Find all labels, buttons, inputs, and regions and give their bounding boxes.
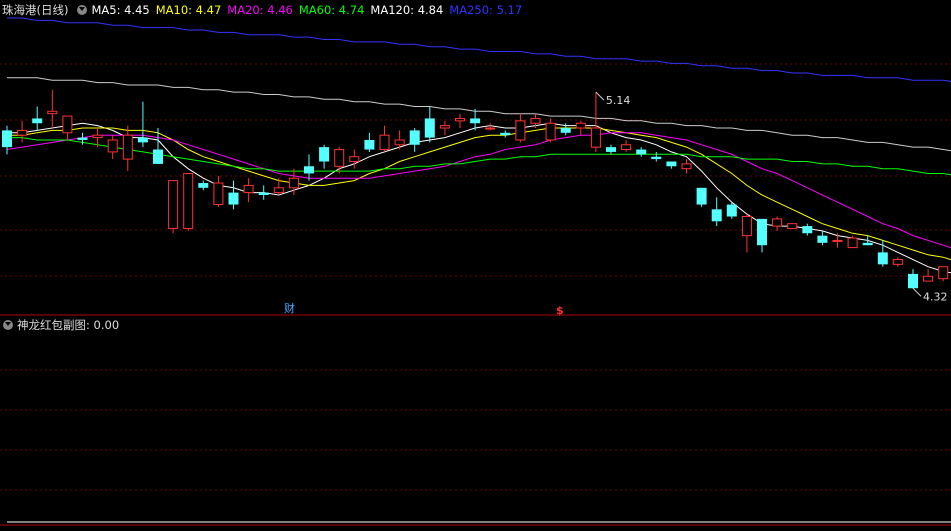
- candle-body: [772, 218, 783, 227]
- candle-body: [938, 266, 949, 280]
- candle-body: [802, 226, 813, 234]
- stock-title[interactable]: 珠海港(日线): [2, 2, 68, 18]
- kline-chart[interactable]: 5.14 4.32 财 $: [0, 0, 951, 531]
- sub-indicator-value: : 0.00: [86, 318, 120, 332]
- ma-legend-ma10: MA10: 4.47: [155, 3, 222, 17]
- candle-body: [681, 163, 692, 170]
- chevron-down-icon[interactable]: [77, 5, 88, 15]
- candle-body: [696, 187, 707, 205]
- candle-body: [817, 235, 828, 243]
- ma-legend-ma20: MA20: 4.46: [227, 3, 293, 17]
- low-price-label-pointer: [912, 287, 922, 297]
- candle-body: [877, 252, 888, 265]
- candle-body: [621, 144, 632, 151]
- candle-body: [470, 118, 481, 124]
- chevron-down-icon[interactable]: [3, 320, 13, 330]
- candle-body: [258, 192, 269, 195]
- candle-body: [847, 237, 858, 249]
- candle-body: [107, 139, 118, 153]
- candle-body: [636, 149, 647, 155]
- candle-body: [243, 184, 254, 194]
- ma-legend-ma5: MA5: 4.45: [91, 3, 150, 17]
- candle-body: [409, 130, 420, 145]
- candle-body: [47, 110, 58, 115]
- candle-body: [908, 273, 918, 289]
- candle-body: [560, 128, 571, 133]
- candle-body: [183, 172, 194, 229]
- candle-body: [32, 118, 43, 124]
- sub-chart-legend: 神龙红包副图 : 0.00: [0, 317, 119, 333]
- candle-body: [364, 139, 375, 150]
- candle-body: [334, 149, 345, 167]
- candle-body: [515, 120, 526, 141]
- candle-body: [288, 177, 299, 189]
- candle-body: [862, 242, 873, 246]
- candle-body: [606, 147, 616, 152]
- candle-body: [711, 209, 722, 222]
- ma-line-ma60: [7, 137, 951, 176]
- candle-body: [439, 125, 450, 129]
- ma-legend-ma250: MA250: 5.17: [449, 3, 523, 17]
- sub-indicator-line: [7, 521, 951, 523]
- candle-body: [62, 115, 73, 134]
- high-price-label-pointer: [595, 91, 605, 101]
- candle-body: [273, 187, 284, 194]
- candle-body: [137, 137, 148, 143]
- candle-body: [228, 192, 239, 205]
- candle-body: [590, 127, 601, 148]
- ma-line-ma10: [7, 127, 951, 261]
- candle-body: [379, 134, 390, 151]
- ma-line-ma250: [7, 17, 951, 82]
- candle-body: [198, 183, 209, 188]
- candle-body: [2, 130, 12, 148]
- candle-body: [832, 239, 843, 242]
- candle-body: [92, 134, 103, 139]
- high-price-label: 5.14: [606, 94, 631, 107]
- candle-body: [319, 147, 330, 162]
- candle-body: [651, 156, 662, 160]
- candle-body: [213, 182, 224, 206]
- sub-indicator-title[interactable]: 神龙红包副图: [17, 317, 86, 333]
- candle-body: [787, 223, 798, 229]
- candle-body: [892, 259, 903, 265]
- main-chart-legend: 珠海港(日线) MA5: 4.45 MA10: 4.47 MA20: 4.46 MA6…: [0, 2, 528, 18]
- candle-body: [530, 117, 541, 124]
- candle-body: [122, 134, 133, 160]
- ma-legend-ma60: MA60: 4.74: [298, 3, 365, 17]
- ma-line-ma20: [6, 132, 951, 249]
- candle-body: [424, 118, 435, 138]
- candle-body: [757, 218, 767, 246]
- candle-body: [77, 137, 88, 140]
- candle-body: [304, 166, 314, 174]
- candle-body: [666, 161, 677, 167]
- candle-body: [726, 204, 737, 217]
- candle-body: [455, 117, 465, 122]
- finance-marker: 财: [284, 301, 295, 315]
- dividend-marker: $: [556, 304, 564, 317]
- candle-body: [17, 129, 28, 136]
- candle-body: [394, 139, 405, 146]
- candle-body: [349, 156, 360, 162]
- candle-body: [923, 275, 934, 282]
- candle-body: [153, 149, 163, 164]
- ma-line-ma5: [7, 122, 951, 274]
- ma-legend-ma120: MA120: 4.84: [370, 3, 444, 17]
- candle-body: [485, 127, 496, 130]
- candle-body: [168, 180, 179, 229]
- candle-body: [575, 122, 586, 129]
- candle-body: [741, 216, 752, 237]
- low-price-label: 4.32: [923, 290, 948, 303]
- candle-body: [545, 122, 556, 141]
- candle-body: [500, 132, 511, 136]
